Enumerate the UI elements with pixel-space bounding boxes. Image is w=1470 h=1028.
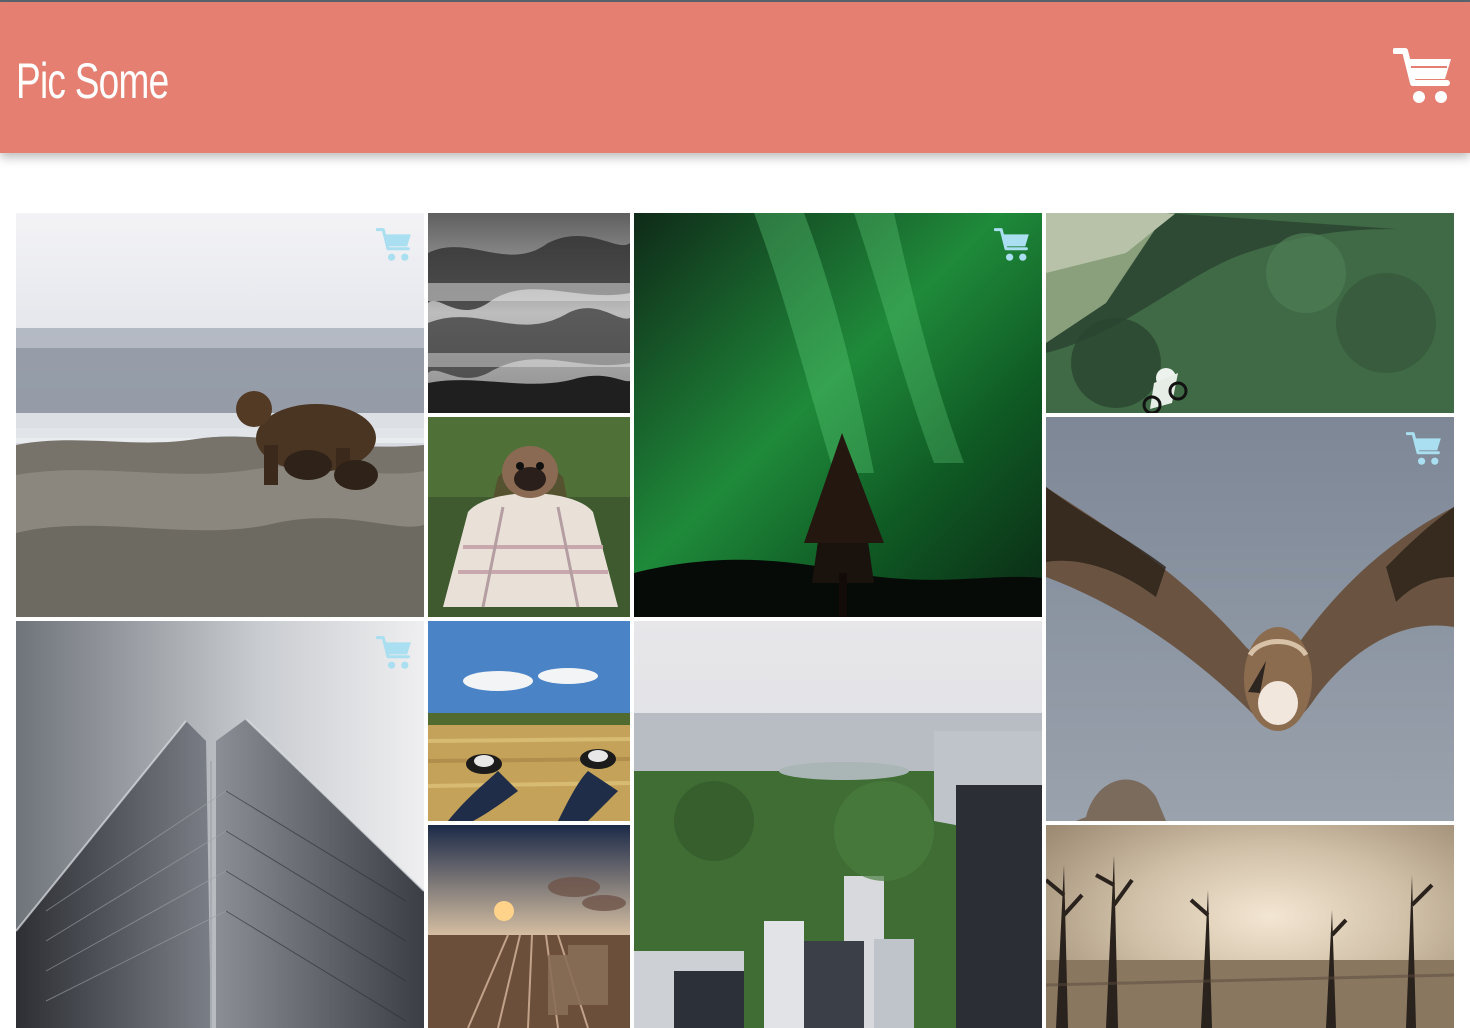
photo-image [1046, 825, 1454, 1028]
photo-image [1046, 213, 1454, 413]
photo-sneakers-field[interactable] [428, 621, 630, 821]
add-to-cart-icon[interactable] [376, 226, 412, 262]
cart-icon[interactable] [1393, 45, 1453, 105]
photo-grizzly-bear[interactable] [16, 213, 424, 617]
photo-vulture[interactable] [1046, 417, 1454, 821]
photo-northern-lights[interactable] [634, 213, 1042, 617]
app-header: Pic Some [0, 2, 1470, 153]
photo-image [634, 621, 1042, 1028]
photo-rail-yard-sunset[interactable] [428, 825, 630, 1028]
photo-image [428, 417, 630, 617]
photo-misty-forest[interactable] [428, 213, 630, 413]
photo-pug-in-blanket[interactable] [428, 417, 630, 617]
photo-image [428, 621, 630, 821]
photo-image [16, 213, 424, 617]
photo-image [634, 213, 1042, 617]
photo-gallery [16, 213, 1454, 1028]
photo-mountain-biker[interactable] [1046, 213, 1454, 413]
add-to-cart-icon[interactable] [376, 634, 412, 670]
add-to-cart-icon[interactable] [994, 226, 1030, 262]
photo-central-park[interactable] [634, 621, 1042, 1028]
photo-skyscraper[interactable] [16, 621, 424, 1028]
photo-image [428, 213, 630, 413]
photo-dead-trees-fog[interactable] [1046, 825, 1454, 1028]
brand-title[interactable]: Pic Some [16, 52, 169, 110]
photo-image [428, 825, 630, 1028]
add-to-cart-icon[interactable] [1406, 430, 1442, 466]
photo-image [16, 621, 424, 1028]
photo-image [1046, 417, 1454, 821]
